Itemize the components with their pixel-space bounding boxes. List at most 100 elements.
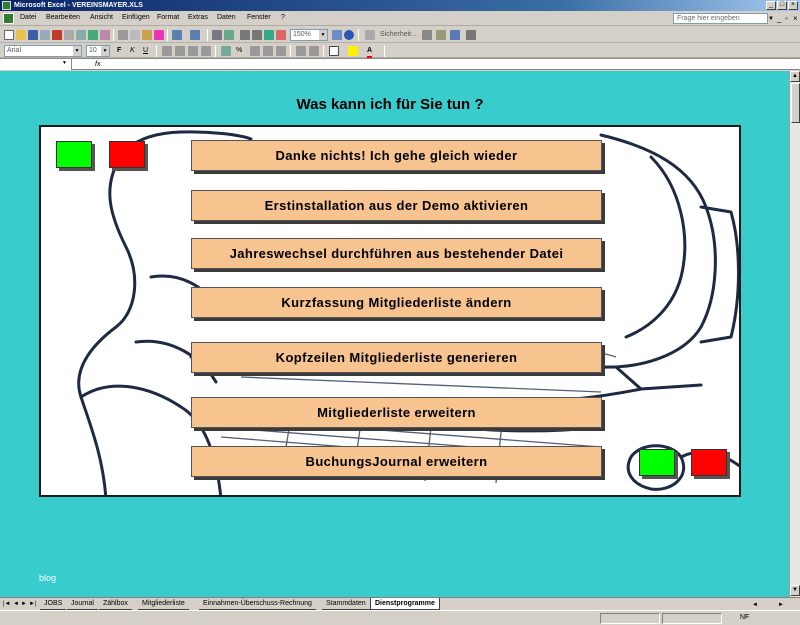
- align-right-icon[interactable]: [188, 46, 198, 56]
- first-sheet-icon[interactable]: |◄: [3, 599, 11, 609]
- font-color-icon[interactable]: A: [367, 46, 373, 58]
- drawing-icon[interactable]: [276, 30, 286, 40]
- scroll-down-icon[interactable]: ▼: [790, 585, 800, 596]
- play-icon[interactable]: [365, 30, 375, 40]
- menu-bearbeiten[interactable]: Bearbeiten: [46, 13, 80, 23]
- save-icon[interactable]: [28, 30, 38, 40]
- action-button-shortlist[interactable]: Kurzfassung Mitgliederliste ändern: [191, 287, 602, 318]
- action-button-extend-journal[interactable]: BuchungsJournal erweitern: [191, 446, 602, 477]
- menu-einfuegen[interactable]: Einfügen: [122, 13, 150, 23]
- doc-restore-icon[interactable]: ▫: [785, 14, 788, 23]
- next-sheet-icon[interactable]: ►: [21, 599, 27, 609]
- controls-icon[interactable]: [466, 30, 476, 40]
- menu-ansicht[interactable]: Ansicht: [90, 13, 113, 23]
- green-indicator-top[interactable]: [56, 141, 92, 168]
- paste-icon[interactable]: [142, 30, 152, 40]
- vertical-scrollbar[interactable]: ▲ ▼: [789, 71, 800, 597]
- copy-icon[interactable]: [130, 30, 140, 40]
- scroll-thumb[interactable]: [791, 83, 800, 123]
- tools-icon[interactable]: [436, 30, 446, 40]
- menu-extras[interactable]: Extras: [188, 13, 208, 23]
- camera-icon[interactable]: [332, 30, 342, 40]
- thousands-icon[interactable]: [250, 46, 260, 56]
- menu-daten[interactable]: Daten: [217, 13, 236, 23]
- redo-icon[interactable]: [190, 30, 200, 40]
- chevron-down-icon[interactable]: ▼: [319, 30, 327, 40]
- fill-color-icon[interactable]: [348, 46, 358, 56]
- action-button-headers[interactable]: Kopfzeilen Mitgliederliste generieren: [191, 342, 602, 373]
- last-sheet-icon[interactable]: ►|: [29, 599, 37, 609]
- action-button-extend-members[interactable]: Mitgliederliste erweitern: [191, 397, 602, 428]
- tab-stammdaten[interactable]: Stammdaten: [322, 598, 370, 610]
- decrease-decimal-icon[interactable]: [276, 46, 286, 56]
- merge-center-icon[interactable]: [201, 46, 211, 56]
- increase-indent-icon[interactable]: [309, 46, 319, 56]
- vba-icon[interactable]: [450, 30, 460, 40]
- font-name-select[interactable]: Arial ▼: [4, 45, 82, 57]
- hyperlink-icon[interactable]: [212, 30, 222, 40]
- help-search-input[interactable]: Frage hier eingeben: [673, 13, 768, 24]
- new-icon[interactable]: [4, 30, 14, 40]
- zoom-select[interactable]: 150% ▼: [290, 29, 328, 41]
- undo-icon[interactable]: [172, 30, 182, 40]
- cut-icon[interactable]: [118, 30, 128, 40]
- italic-icon[interactable]: K: [130, 46, 135, 56]
- open-icon[interactable]: [16, 30, 26, 40]
- close-button[interactable]: ×: [788, 1, 798, 10]
- doc-minimize-icon[interactable]: _: [777, 14, 781, 23]
- currency-icon[interactable]: [221, 46, 231, 56]
- action-button-install[interactable]: Erstinstallation aus der Demo aktivieren: [191, 190, 602, 221]
- research-icon[interactable]: [100, 30, 110, 40]
- action-button-leave[interactable]: Danke nichts! Ich gehe gleich wieder: [191, 140, 602, 171]
- prev-sheet-icon[interactable]: ◄: [13, 599, 19, 609]
- sort-asc-icon[interactable]: [240, 30, 250, 40]
- increase-decimal-icon[interactable]: [263, 46, 273, 56]
- tab-dienstprogramme[interactable]: Dienstprogramme: [370, 598, 440, 610]
- help-icon[interactable]: [344, 30, 354, 40]
- horizontal-scrollbar[interactable]: ◄ ►: [748, 599, 788, 609]
- tab-zaehlbox[interactable]: Zählbox: [99, 598, 132, 610]
- borders-icon[interactable]: [329, 46, 339, 56]
- red-indicator-bottom[interactable]: [691, 449, 727, 476]
- red-indicator-top[interactable]: [109, 141, 145, 168]
- tab-jobs[interactable]: JOBS: [40, 598, 67, 610]
- scroll-left-icon[interactable]: ◄: [752, 600, 758, 610]
- align-left-icon[interactable]: [162, 46, 172, 56]
- chevron-down-icon[interactable]: ▼: [768, 16, 774, 22]
- decrease-indent-icon[interactable]: [296, 46, 306, 56]
- sort-desc-icon[interactable]: [252, 30, 262, 40]
- workbook-icon[interactable]: [3, 13, 14, 24]
- tab-mitgliederliste[interactable]: Mitgliederliste: [138, 598, 189, 610]
- chart-wizard-icon[interactable]: [264, 30, 274, 40]
- chevron-down-icon[interactable]: ▼: [62, 60, 67, 66]
- maximize-button[interactable]: □: [777, 1, 787, 10]
- menu-help[interactable]: ?: [281, 13, 285, 23]
- format-painter-icon[interactable]: [154, 30, 164, 40]
- chevron-down-icon[interactable]: ▼: [101, 46, 109, 56]
- scroll-up-icon[interactable]: ▲: [790, 71, 800, 82]
- scroll-right-icon[interactable]: ►: [778, 600, 784, 610]
- font-size-select[interactable]: 10 ▼: [86, 45, 110, 57]
- align-center-icon[interactable]: [175, 46, 185, 56]
- print-icon[interactable]: [64, 30, 74, 40]
- percent-icon[interactable]: %: [236, 46, 242, 56]
- minimize-button[interactable]: _: [766, 1, 776, 10]
- tab-einnahmen[interactable]: Einnahmen-Überschuss-Rechnung: [199, 598, 316, 610]
- tab-journal[interactable]: Journal: [67, 598, 98, 610]
- menu-datei[interactable]: Datei: [20, 13, 36, 23]
- permission-icon[interactable]: [40, 30, 50, 40]
- autosum-icon[interactable]: [224, 30, 234, 40]
- spelling-icon[interactable]: [88, 30, 98, 40]
- fx-icon[interactable]: fx: [95, 59, 100, 70]
- action-button-yearchange[interactable]: Jahreswechsel durchführen aus bestehende…: [191, 238, 602, 269]
- mail-icon[interactable]: [52, 30, 62, 40]
- chevron-down-icon[interactable]: ▼: [73, 46, 81, 56]
- underline-icon[interactable]: U: [143, 46, 148, 56]
- menu-format[interactable]: Format: [157, 13, 179, 23]
- bold-icon[interactable]: F: [117, 46, 121, 56]
- preview-icon[interactable]: [76, 30, 86, 40]
- menu-fenster[interactable]: Fenster: [247, 13, 271, 23]
- doc-close-icon[interactable]: ×: [793, 14, 798, 23]
- record-icon[interactable]: [422, 30, 432, 40]
- security-button[interactable]: Sicherheit...: [380, 30, 417, 40]
